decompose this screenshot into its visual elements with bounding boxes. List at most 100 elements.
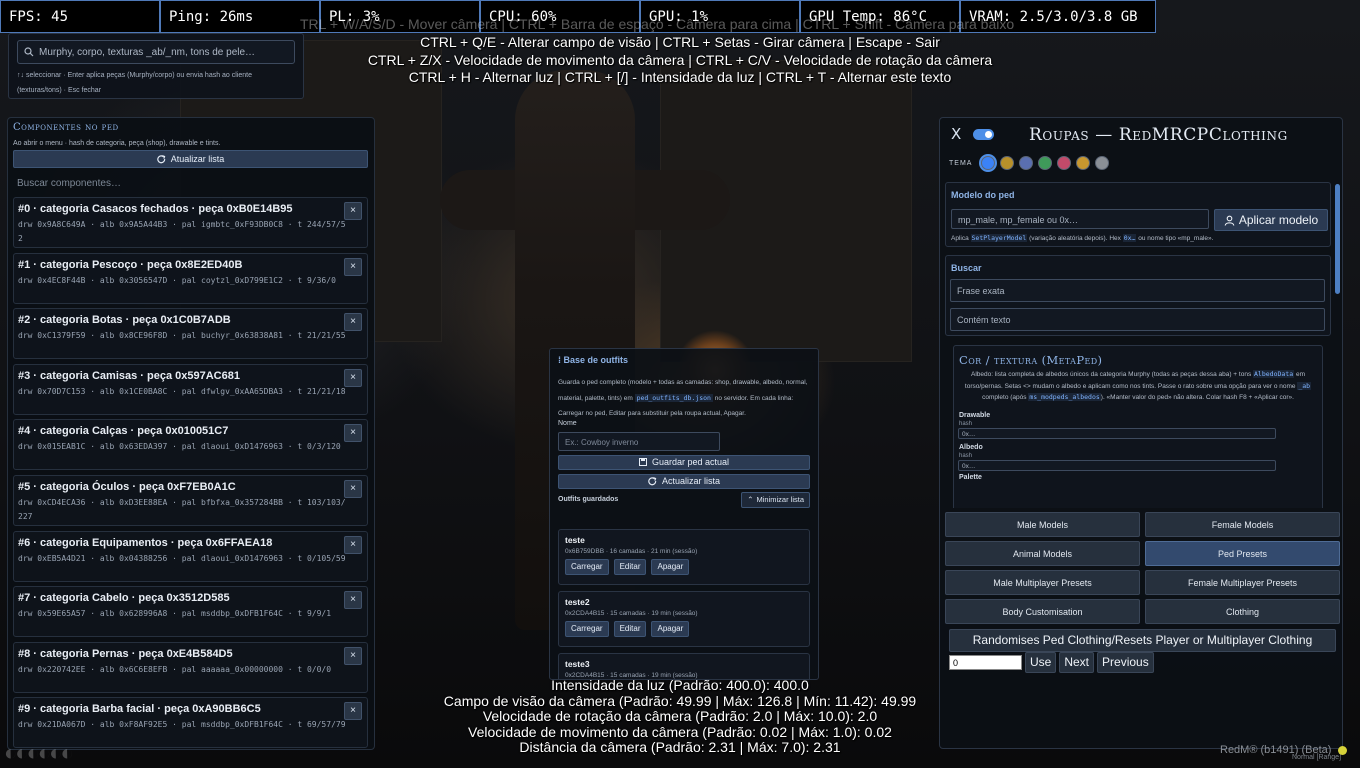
component-title: #3 · categoria Camisas · peça 0x597AC681 xyxy=(18,369,240,382)
albedo-hash-label: hash xyxy=(959,452,973,459)
outfit-name-input[interactable]: Ex.: Cowboy inverno xyxy=(558,431,720,451)
saved-outfits-header: Outfits guardados ⌃ Minimizar lista xyxy=(550,489,818,508)
category-button[interactable]: Female Multiplayer Presets xyxy=(1145,570,1340,595)
remove-component-button[interactable]: × xyxy=(344,368,362,387)
component-meta: drw 0xCD4ECA36 · alb 0xD3EE88EA · pal bf… xyxy=(18,498,346,521)
remove-component-button[interactable]: × xyxy=(344,646,362,665)
component-meta: drw 0x9A8C649A · alb 0x9A5A44B3 · pal ig… xyxy=(18,220,346,243)
category-button[interactable]: Ped Presets xyxy=(1145,541,1340,566)
outfit-card: teste 0x6B759DBB · 16 camadas · 21 min (s… xyxy=(558,529,810,585)
clothing-title: Roupas — RedMRCPClothing xyxy=(1029,125,1288,145)
delete-outfit-button[interactable]: Apagar xyxy=(651,559,690,575)
cor-desc-code: _ab xyxy=(1297,381,1312,390)
delete-outfit-button[interactable]: Apagar xyxy=(651,621,690,637)
use-button[interactable]: Use xyxy=(1025,652,1057,673)
components-refresh-button[interactable]: Atualizar lista xyxy=(13,150,368,168)
load-outfit-button[interactable]: Carregar xyxy=(565,621,609,637)
outfit-meta: 0x2CDA4B15 · 15 camadas · 19 min (sessão… xyxy=(565,610,698,617)
search-section: Buscar Frase exata Contém texto xyxy=(945,255,1331,336)
model-note-part: ou nome tipo «mp_male». xyxy=(1136,235,1214,242)
theme-color-swatch[interactable] xyxy=(1038,156,1053,170)
components-refresh-label: Atualizar lista xyxy=(170,154,225,164)
cor-desc-code: ms_modpeds_albedos xyxy=(1028,393,1101,401)
component-title: #7 · categoria Cabelo · peça 0x3512D585 xyxy=(18,592,230,605)
category-button[interactable]: Clothing xyxy=(1145,599,1340,624)
theme-color-swatch[interactable] xyxy=(1095,156,1110,170)
outfit-name: teste3 xyxy=(565,659,590,669)
model-note-part: (variação aleatória depois). Hex xyxy=(1027,235,1123,242)
edit-outfit-button[interactable]: Editar xyxy=(613,621,647,637)
color-texture-description: Albedo: lista completa de albedos únicos… xyxy=(954,367,1322,404)
save-outfit-button[interactable]: Guardar ped actual xyxy=(558,454,810,470)
remove-component-button[interactable]: × xyxy=(344,702,362,721)
theme-color-swatch[interactable] xyxy=(1057,156,1072,170)
cor-desc-part: completo (após xyxy=(982,394,1029,401)
refresh-outfits-button[interactable]: Actualizar lista xyxy=(558,473,810,489)
component-item: #1 · categoria Pescoço · peça 0x8E2ED40B… xyxy=(13,252,368,304)
components-panel: Componentes no ped Ao abrir o menu · has… xyxy=(7,117,375,750)
category-button[interactable]: Male Multiplayer Presets xyxy=(945,570,1140,595)
remove-component-button[interactable]: × xyxy=(344,202,362,220)
components-search-input[interactable]: Buscar componentes… xyxy=(17,178,369,192)
preset-index-input[interactable]: 0 xyxy=(949,655,1022,670)
albedo-label: Albedo xyxy=(959,443,983,451)
component-meta: drw 0x015EAB1C · alb 0x63EDA397 · pal dl… xyxy=(18,442,341,452)
model-input[interactable]: mp_male, mp_female ou 0x… xyxy=(951,209,1209,229)
theme-label: TEMA xyxy=(949,159,973,167)
close-button[interactable]: X xyxy=(951,125,961,143)
model-note: Aplica SetPlayerModel (variação aleatóri… xyxy=(946,234,1218,242)
exact-phrase-input[interactable]: Frase exata xyxy=(950,279,1325,302)
palette-label: Palette xyxy=(959,473,982,481)
component-item: #5 · categoria Óculos · peça 0xF7EB0A1C d… xyxy=(13,475,368,526)
apply-model-button[interactable]: Aplicar modelo xyxy=(1214,209,1328,231)
albedo-hash-input[interactable]: 0x… xyxy=(958,459,1276,471)
next-button[interactable]: Next xyxy=(1059,652,1095,673)
remove-component-button[interactable]: × xyxy=(344,313,362,332)
contains-text-input[interactable]: Contém texto xyxy=(950,308,1325,331)
theme-color-swatch[interactable] xyxy=(981,156,996,170)
model-section-title: Modelo do ped xyxy=(951,190,1015,200)
clothing-scrollbar[interactable] xyxy=(1335,184,1340,294)
load-outfit-button[interactable]: Carregar xyxy=(565,559,609,575)
component-item: #2 · categoria Botas · peça 0x1C0B7ADB dr… xyxy=(13,308,368,360)
model-note-code: SetPlayerModel xyxy=(970,234,1028,242)
remove-component-button[interactable]: × xyxy=(344,591,362,610)
remove-component-button[interactable]: × xyxy=(344,257,362,276)
component-item: #8 · categoria Pernas · peça 0xE4B584D5 d… xyxy=(13,641,368,693)
outfit-actions: Carregar Editar Apagar xyxy=(565,559,803,575)
component-item: #6 · categoria Equipamentos · peça 0x6FF… xyxy=(13,530,368,582)
minimize-list-button[interactable]: ⌃ Minimizar lista xyxy=(741,491,810,508)
quick-search-input[interactable]: Murphy, corpo, texturas _ab/_nm, tons de… xyxy=(17,40,295,64)
panel-toggle[interactable] xyxy=(973,129,994,140)
remove-component-button[interactable]: × xyxy=(344,424,362,443)
quick-search-panel: Murphy, corpo, texturas _ab/_nm, tons de… xyxy=(8,33,304,99)
outfits-title-text: Base de outfits xyxy=(563,355,629,365)
model-note-part: Aplica xyxy=(951,235,971,242)
drawable-hash-input[interactable]: 0x… xyxy=(958,427,1276,439)
outfits-description: Guarda o ped completo (modelo + todas as… xyxy=(550,365,818,422)
remove-component-button[interactable]: × xyxy=(344,480,362,498)
component-title: #4 · categoria Calças · peça 0x010051C7 xyxy=(18,425,229,438)
component-title: #6 · categoria Equipamentos · peça 0x6FF… xyxy=(18,536,273,549)
cor-desc-code: AlbedoData xyxy=(1253,370,1295,378)
theme-color-swatch[interactable] xyxy=(1076,156,1091,170)
category-button[interactable]: Body Customisation xyxy=(945,599,1140,624)
category-button[interactable]: Male Models xyxy=(945,512,1140,537)
theme-color-swatch[interactable] xyxy=(1019,156,1034,170)
component-item: #4 · categoria Calças · peça 0x010051C7 d… xyxy=(13,419,368,471)
drawable-label: Drawable xyxy=(959,411,991,419)
component-meta: drw 0xC1379F59 · alb 0x8CE96F8D · pal bu… xyxy=(18,331,346,341)
quick-search-hint: ↑↓ seleccionar · Enter aplica peças (Mur… xyxy=(17,72,253,94)
model-section: Modelo do ped mp_male, mp_female ou 0x… … xyxy=(945,182,1331,247)
edit-outfit-button[interactable]: Editar xyxy=(613,559,647,575)
user-icon xyxy=(1224,215,1235,226)
remove-component-button[interactable]: × xyxy=(344,535,362,554)
randomise-button[interactable]: Randomises Ped Clothing/Resets Player or… xyxy=(949,629,1336,652)
category-button[interactable]: Animal Models xyxy=(945,541,1140,566)
theme-selector: TEMA xyxy=(949,156,1110,170)
component-title: #0 · categoria Casacos fechados · peça 0… xyxy=(18,203,293,215)
color-texture-section: Cor / textura (MetaPed) Albedo: lista co… xyxy=(953,345,1323,508)
category-button[interactable]: Female Models xyxy=(1145,512,1340,537)
theme-color-swatch[interactable] xyxy=(1000,156,1015,170)
previous-button[interactable]: Previous xyxy=(1097,652,1154,673)
